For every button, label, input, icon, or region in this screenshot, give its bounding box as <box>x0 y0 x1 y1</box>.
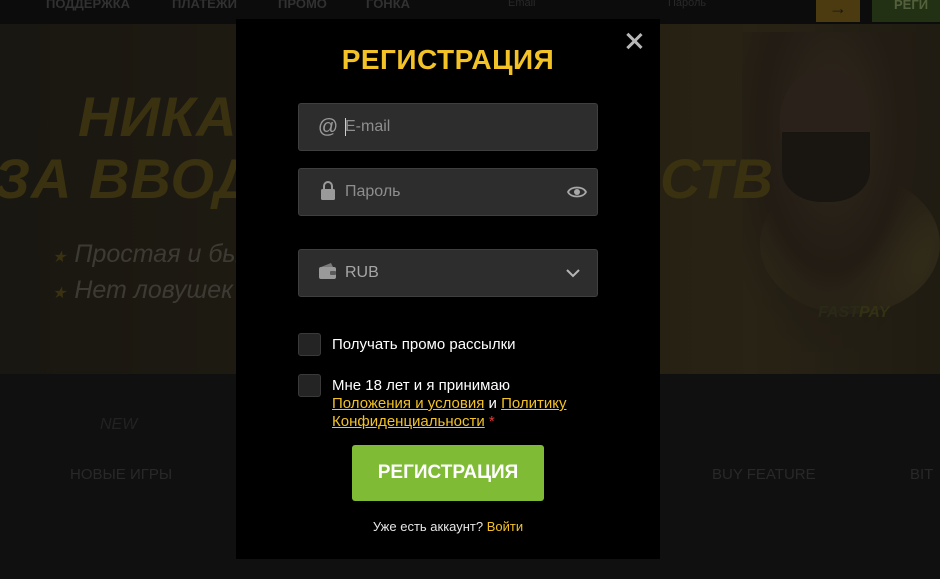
currency-value: RUB <box>345 264 379 281</box>
modal-title: РЕГИСТРАЦИЯ <box>341 44 555 75</box>
terms-text: Мне 18 лет и я принимаю Положения и усло… <box>332 377 612 431</box>
registration-modal: РЕГИСТРАЦИЯ @ RUB Получать промо рассылк… <box>236 19 660 559</box>
show-password-eye-icon[interactable] <box>566 183 588 201</box>
password-input[interactable] <box>345 169 565 215</box>
login-link[interactable]: Войти <box>487 519 523 534</box>
terms-checkbox[interactable] <box>298 374 321 397</box>
password-field[interactable] <box>298 168 598 216</box>
email-field[interactable]: @ <box>298 103 598 151</box>
required-mark: * <box>488 413 495 430</box>
terms-prefix: Мне 18 лет и я принимаю <box>332 377 511 394</box>
terms-conditions-link[interactable]: Положения и условия <box>332 395 484 412</box>
chevron-down-icon <box>565 265 581 281</box>
login-prompt: Уже есть аккаунт? Войти <box>236 519 660 534</box>
currency-select[interactable]: RUB <box>298 249 598 297</box>
at-icon: @ <box>317 116 339 138</box>
promo-checkbox[interactable] <box>298 333 321 356</box>
register-submit-button[interactable]: РЕГИСТРАЦИЯ <box>352 445 544 501</box>
lock-icon <box>317 181 339 203</box>
wallet-icon <box>317 262 339 284</box>
promo-label: Получать промо рассылки <box>332 336 516 353</box>
email-input[interactable] <box>345 104 565 150</box>
have-account-text: Уже есть аккаунт? <box>372 519 484 534</box>
terms-and: и <box>488 395 497 412</box>
